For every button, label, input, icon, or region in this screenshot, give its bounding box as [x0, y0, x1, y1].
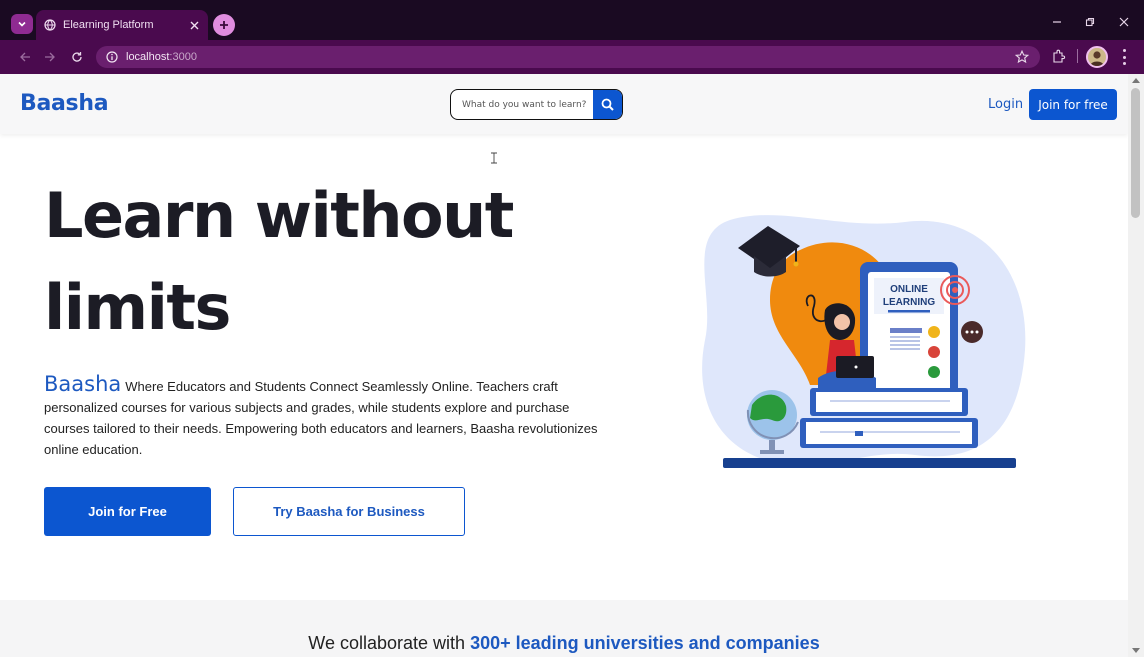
forward-arrow-icon[interactable] — [43, 50, 57, 64]
join-for-free-cta[interactable]: Join for Free — [44, 487, 211, 536]
course-search — [450, 89, 623, 120]
profile-avatar[interactable] — [1086, 46, 1108, 68]
page-scrollbar[interactable] — [1128, 74, 1144, 657]
scroll-thumb[interactable] — [1131, 88, 1140, 218]
scroll-down-arrow-icon[interactable] — [1132, 648, 1140, 654]
page-viewport: Baasha Login Join for free Learn without… — [0, 74, 1128, 657]
minimize-icon[interactable] — [1050, 15, 1064, 29]
brand-logo[interactable]: Baasha — [20, 91, 109, 116]
browser-menu-icon[interactable] — [1120, 49, 1128, 65]
hero-description: Baasha Where Educators and Students Conne… — [44, 374, 604, 460]
site-info-icon[interactable] — [106, 51, 118, 63]
site-header: Baasha Login Join for free — [0, 74, 1128, 134]
extensions-puzzle-icon[interactable] — [1051, 49, 1066, 64]
url-port: :3000 — [169, 51, 197, 63]
tablet-screen-line2: LEARNING — [883, 297, 935, 308]
join-for-free-button[interactable]: Join for free — [1029, 89, 1117, 120]
scroll-up-arrow-icon[interactable] — [1132, 77, 1140, 83]
browser-tab[interactable]: Elearning Platform — [36, 10, 208, 40]
close-window-icon[interactable] — [1117, 15, 1131, 29]
hero-title: Learn without limits — [44, 179, 514, 344]
back-arrow-icon[interactable] — [18, 50, 32, 64]
tab-close-icon[interactable] — [186, 17, 202, 33]
reload-icon[interactable] — [70, 50, 84, 64]
online-learning-illustration: ONLINE LEARNING — [702, 215, 1026, 468]
text-cursor-icon — [491, 152, 497, 164]
bookmark-star-icon[interactable] — [1015, 50, 1029, 64]
collaboration-headline: We collaborate with 300+ leading univers… — [0, 633, 1128, 654]
toolbar-separator — [1077, 49, 1078, 63]
hero-description-text: Where Educators and Students Connect Sea… — [44, 379, 598, 457]
tab-title: Elearning Platform — [63, 19, 154, 31]
browser-tab-bar: Elearning Platform — [0, 0, 1144, 40]
login-link[interactable]: Login — [988, 97, 1023, 112]
new-tab-plus-icon[interactable] — [213, 14, 235, 36]
collaboration-section: We collaborate with 300+ leading univers… — [0, 600, 1128, 657]
tab-search-chevron-icon[interactable] — [11, 14, 33, 34]
search-icon — [601, 98, 614, 111]
collaboration-prefix: We collaborate with — [308, 633, 466, 653]
hero-description-brand: Baasha — [44, 372, 122, 396]
chat-bubble-icon — [961, 321, 983, 343]
book-stack — [800, 388, 978, 448]
profile-avatar-icon — [1088, 48, 1106, 66]
globe-icon — [44, 19, 56, 31]
url-host: localhost — [126, 51, 170, 63]
tablet-screen-line1: ONLINE — [890, 284, 928, 295]
illustration-base-shelf — [723, 458, 1016, 468]
address-bar[interactable]: localhost:3000 — [96, 46, 1040, 68]
search-input[interactable] — [451, 90, 594, 119]
search-button[interactable] — [593, 90, 622, 119]
try-for-business-cta[interactable]: Try Baasha for Business — [233, 487, 465, 536]
collaboration-highlight: 300+ leading universities and companies — [470, 633, 820, 653]
restore-icon[interactable] — [1083, 15, 1097, 29]
